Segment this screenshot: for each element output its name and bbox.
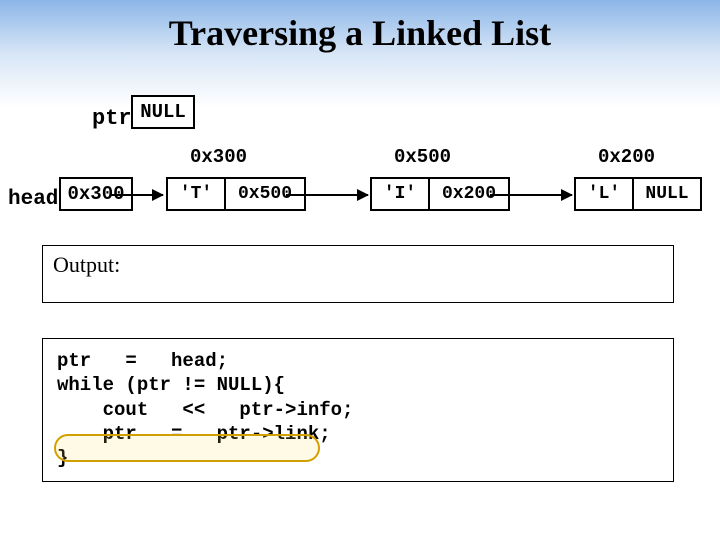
ptr-value-box: NULL <box>131 95 195 129</box>
address-node-3: 0x200 <box>598 146 655 168</box>
arrow-head-to-node1 <box>111 194 163 196</box>
ptr-label: ptr <box>92 106 132 131</box>
output-label: Output: <box>53 252 120 277</box>
node-2: 'I' 0x200 <box>370 177 510 211</box>
address-node-2: 0x500 <box>394 146 451 168</box>
node-1: 'T' 0x500 <box>166 177 306 211</box>
arrow-node2-to-node3 <box>490 194 572 196</box>
code-highlight <box>54 434 320 462</box>
arrow-node1-to-node2 <box>286 194 368 196</box>
output-box: Output: <box>42 245 674 303</box>
node-1-info: 'T' <box>168 179 224 209</box>
node-2-info: 'I' <box>372 179 428 209</box>
head-label: head <box>8 188 58 211</box>
diagram-stage: ptr NULL 0x300 0x500 0x200 head 0x300 'T… <box>0 0 720 540</box>
node-3-info: 'L' <box>576 179 632 209</box>
node-3-link: NULL <box>632 179 700 209</box>
address-node-1: 0x300 <box>190 146 247 168</box>
node-3: 'L' NULL <box>574 177 702 211</box>
